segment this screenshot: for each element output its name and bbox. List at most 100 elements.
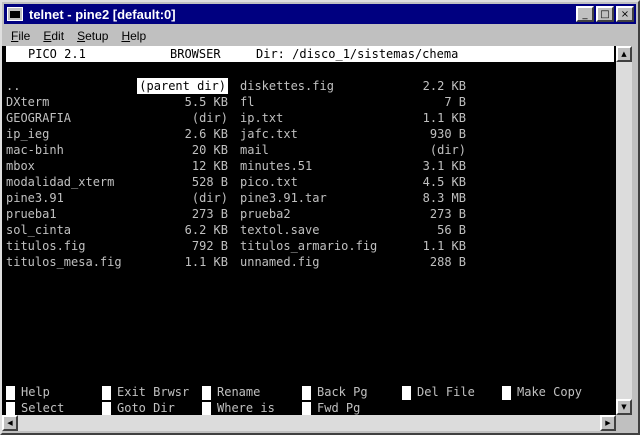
file-entry[interactable]: titulos.fig 792 B [6,238,228,254]
file-entry[interactable]: modalidad_xterm 528 B [6,174,228,190]
title-bar[interactable]: telnet - pine2 [default:0] _ □ × [4,4,636,24]
menu-setup-label: etup [85,29,109,43]
key-cap [102,401,111,415]
scroll-up-arrow-icon[interactable]: ▲ [616,46,632,62]
terminal-screen[interactable]: PICO 2.1 BROWSER Dir: /disco_1/sistemas/… [2,46,616,415]
file-entry[interactable]: textol.save 56 B [240,222,466,238]
key-cap [102,385,111,400]
file-name: fl [240,95,255,109]
file-name: textol.save [240,223,320,237]
file-entry[interactable]: prueba2 273 B [240,206,466,222]
file-entry[interactable]: minutes.51 3.1 KB [240,158,466,174]
file-entry[interactable]: pico.txt 4.5 KB [240,174,466,190]
menu-help[interactable]: Help [114,29,152,43]
file-entry[interactable]: ip_ieg 2.6 KB [6,126,228,142]
file-size: 3.1 KB [422,159,466,173]
file-size: 1.1 KB [422,239,466,253]
vertical-scrollbar[interactable]: ▲ ▼ [616,46,632,415]
help-key-exit-browser[interactable]: Exit Brwsr [102,384,189,400]
file-entry[interactable]: mac-binh 20 KB [6,142,228,158]
help-label: Fwd Pg [317,401,361,415]
file-name: mail [240,143,269,157]
file-entry[interactable]: sol_cinta 6.2 KB [6,222,228,238]
minimize-button[interactable]: _ [576,6,594,22]
file-entry[interactable]: ip.txt 1.1 KB [240,110,466,126]
file-name: diskettes.fig [240,79,334,93]
file-name: unnamed.fig [240,255,320,269]
menu-help-label: elp [130,29,147,43]
help-label: Goto Dir [117,401,175,415]
file-entry[interactable]: GEOGRAFIA (dir) [6,110,228,126]
key-cap [6,385,15,400]
menu-edit-label: dit [51,29,65,43]
file-entry[interactable]: pine3.91.tar 8.3 MB [240,190,466,206]
key-cap [202,401,211,415]
file-entry[interactable]: DXterm 5.5 KB [6,94,228,110]
help-key-help[interactable]: Help [6,384,50,400]
file-name: GEOGRAFIA [6,111,72,125]
help-label: Help [21,385,50,399]
file-size: 1.1 KB [422,111,466,125]
file-name: ip_ieg [6,127,50,141]
file-size: 528 B [191,175,228,189]
window-title: telnet - pine2 [default:0] [29,6,176,22]
file-name: DXterm [6,95,50,109]
scroll-right-arrow-icon[interactable]: ▶ [600,415,616,431]
help-label: Where is [217,401,275,415]
file-entry[interactable]: fl 7 B [240,94,466,110]
file-entry[interactable]: mail (dir) [240,142,466,158]
menu-setup[interactable]: Setup [70,29,114,43]
key-cap [302,385,311,400]
menu-file[interactable]: File [4,29,36,43]
file-size: 6.2 KB [184,223,228,237]
scroll-down-arrow-icon[interactable]: ▼ [616,399,632,415]
browser-mode: BROWSER [170,47,221,61]
file-size: 792 B [191,239,228,253]
file-name: prueba1 [6,207,57,221]
file-size: 20 KB [191,143,228,157]
file-entry[interactable]: .. (parent dir) [6,78,228,94]
scroll-left-arrow-icon[interactable]: ◀ [2,415,18,431]
file-entry[interactable]: diskettes.fig 2.2 KB [240,78,466,94]
close-button[interactable]: × [616,6,634,22]
help-key-back-page[interactable]: Back Pg [302,384,368,400]
file-entry[interactable]: prueba1 273 B [6,206,228,222]
help-key-forward-page[interactable]: Fwd Pg [302,400,360,415]
help-key-where-is[interactable]: Where is [202,400,275,415]
key-cap [502,385,511,400]
help-label: Back Pg [317,385,368,399]
file-size: (dir) [191,191,228,205]
file-size: 273 B [429,207,466,221]
file-size: (dir) [191,111,228,125]
help-label: Rename [217,385,261,399]
maximize-button[interactable]: □ [596,6,614,22]
key-cap [402,385,411,400]
file-size: 930 B [429,127,466,141]
help-label: Exit Brwsr [117,385,190,399]
help-key-rename[interactable]: Rename [202,384,260,400]
file-size: 12 KB [191,159,228,173]
menu-bar: File Edit Setup Help [4,26,636,46]
file-name: titulos.fig [6,239,86,253]
file-entry[interactable]: titulos_armario.fig 1.1 KB [240,238,466,254]
help-key-delete-file[interactable]: Del File [402,384,475,400]
terminal-icon[interactable] [7,7,23,21]
file-name: titulos_mesa.fig [6,255,122,269]
help-key-goto-dir[interactable]: Goto Dir [102,400,175,415]
help-label: Select [21,401,65,415]
file-entry[interactable]: mbox 12 KB [6,158,228,174]
file-entry[interactable]: jafc.txt 930 B [240,126,466,142]
help-label: Make Copy [517,385,583,399]
file-entry[interactable]: unnamed.fig 288 B [240,254,466,270]
help-key-make-copy[interactable]: Make Copy [502,384,582,400]
file-size: 2.2 KB [422,79,466,93]
horizontal-scrollbar[interactable]: ◀ ▶ [2,415,616,431]
current-directory: Dir: /disco_1/sistemas/chema [256,47,459,61]
file-entry[interactable]: titulos_mesa.fig 1.1 KB [6,254,228,270]
file-size: (parent dir) [137,78,228,94]
file-entry[interactable]: pine3.91 (dir) [6,190,228,206]
file-size: 1.1 KB [184,255,228,269]
file-size: 56 B [437,223,466,237]
menu-edit[interactable]: Edit [36,29,70,43]
help-key-select[interactable]: Select [6,400,64,415]
